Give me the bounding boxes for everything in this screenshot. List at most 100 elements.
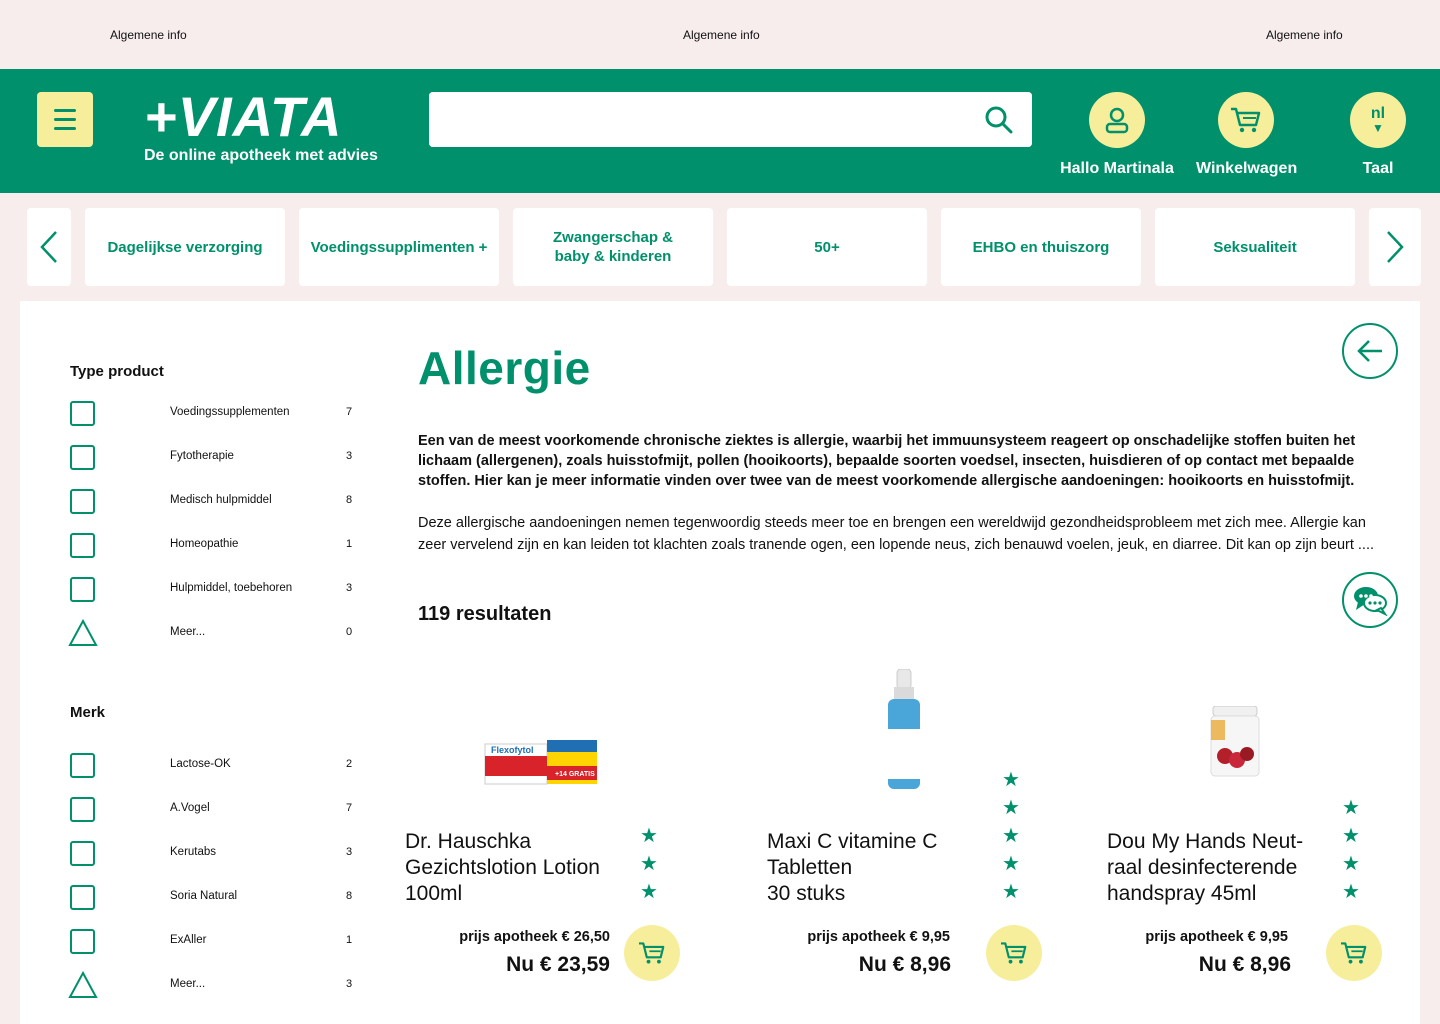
main-content: Type product Voedingssupplementen 7 Fytot… [20, 301, 1420, 1024]
sale-price: Nu € 23,59 [506, 953, 610, 976]
filter-option[interactable]: Kerutabs 3 [70, 841, 360, 867]
category-pregnancy-baby[interactable]: Zwangerschap & baby & kinderen [513, 208, 713, 286]
star-icon: ★ [1002, 881, 1020, 903]
cart-icon [1001, 942, 1027, 964]
list-price: prijs apotheek € 26,50 [459, 929, 610, 945]
svg-text:Flexofytol: Flexofytol [491, 745, 534, 755]
star-icon: ★ [1002, 825, 1020, 847]
checkbox[interactable] [70, 885, 95, 910]
filter-option[interactable]: Lactose-OK 2 [70, 753, 360, 779]
list-price: prijs apotheek € 9,95 [807, 929, 950, 945]
caret-down-icon: ▼ [1372, 121, 1384, 135]
star-icon: ★ [640, 853, 658, 875]
star-icon: ★ [1342, 881, 1360, 903]
add-to-cart-button[interactable] [986, 925, 1042, 981]
cart-label: Winkelwagen [1196, 160, 1298, 177]
general-info-link[interactable]: Algemene info [110, 28, 187, 42]
logo-tagline: De online apotheek met advies [144, 147, 378, 164]
chat-bubbles-icon [1354, 587, 1388, 616]
star-icon: ★ [1002, 853, 1020, 875]
language-code: nl [1370, 105, 1386, 122]
cart-icon [639, 942, 665, 964]
product-card[interactable]: Maxi C vitamine C Tabletten 30 stuks ★ ★ ★… [767, 661, 1067, 991]
filter-option[interactable]: Soria Natural 8 [70, 885, 360, 911]
rating-stars: ★ ★ ★ ★ ★ [1002, 770, 1020, 902]
add-to-cart-button[interactable] [624, 925, 680, 981]
star-icon: ★ [1002, 797, 1020, 819]
chevron-right-icon [1387, 231, 1404, 263]
checkbox[interactable] [70, 533, 95, 558]
user-icon [1089, 92, 1145, 148]
category-first-aid[interactable]: EHBO en thuiszorg [941, 208, 1141, 286]
checkbox[interactable] [70, 577, 95, 602]
filter-more-toggle[interactable]: Meer... 3 [68, 971, 360, 999]
search-bar [429, 92, 1032, 147]
search-icon[interactable] [984, 105, 1014, 135]
checkbox[interactable] [70, 841, 95, 866]
category-sexuality[interactable]: Seksualiteit [1155, 208, 1355, 286]
hamburger-menu-button[interactable] [37, 92, 93, 147]
cart-button[interactable]: Winkelwagen [1196, 92, 1298, 178]
menu-icon [54, 109, 76, 112]
checkbox[interactable] [70, 445, 95, 470]
filter-more-toggle[interactable]: Meer... 0 [68, 619, 360, 647]
product-card[interactable]: Flexofytol +14 GRATIS Dr. Hauschka Gezic… [405, 661, 705, 991]
sale-price: Nu € 8,96 [858, 953, 951, 976]
checkbox[interactable] [70, 489, 95, 514]
filter-option[interactable]: Medisch hulpmiddel 8 [70, 489, 360, 515]
chevron-left-icon [40, 231, 57, 263]
product-name[interactable]: Maxi C vitamine C Tabletten 30 stuks [767, 829, 937, 907]
site-header: +VIATA De online apotheek met advies Hal… [0, 69, 1440, 193]
checkbox[interactable] [70, 797, 95, 822]
filter-brand-title: Merk [70, 704, 106, 721]
account-button[interactable]: Hallo Martinala [1060, 92, 1174, 178]
checkbox[interactable] [70, 401, 95, 426]
sale-price: Nu € 8,96 [1198, 953, 1291, 976]
account-label: Hallo Martinala [1060, 160, 1174, 177]
filter-option[interactable]: Hulpmiddel, toebehoren 3 [70, 577, 360, 603]
category-supplements[interactable]: Voedingssupplimenten + [299, 208, 499, 286]
category-50-plus[interactable]: 50+ [727, 208, 927, 286]
carousel-next-button[interactable] [1369, 208, 1421, 286]
filter-option[interactable]: Voedingssupplementen 7 [70, 401, 360, 427]
add-to-cart-button[interactable] [1326, 925, 1382, 981]
general-info-link[interactable]: Algemene info [1266, 28, 1343, 42]
checkbox[interactable] [70, 753, 95, 778]
checkbox[interactable] [70, 929, 95, 954]
product-card[interactable]: Dou My Hands Neut- raal desinfecterende … [1107, 661, 1407, 991]
list-price: prijs apotheek € 9,95 [1145, 929, 1288, 945]
rating-stars: ★ ★ ★ [640, 826, 658, 902]
filter-option[interactable]: Homeopathie 1 [70, 533, 360, 559]
product-name[interactable]: Dou My Hands Neut- raal desinfecterende … [1107, 829, 1303, 907]
logo-wordmark: +VIATA [144, 85, 343, 148]
product-image[interactable] [1207, 706, 1263, 778]
general-info-link[interactable]: Algemene info [683, 28, 760, 42]
intro-text: Deze allergische aandoeningen nemen tege… [418, 515, 1375, 553]
filter-option[interactable]: Fytotherapie 3 [70, 445, 360, 471]
intro-bold-text: Een van de meest voorkomende chronische … [418, 433, 1356, 489]
carousel-prev-button[interactable] [27, 208, 71, 286]
category-daily-care[interactable]: Dagelijkse verzorging [85, 208, 285, 286]
svg-text:+14 GRATIS: +14 GRATIS [555, 771, 595, 778]
star-icon: ★ [1002, 769, 1020, 791]
page-title: Allergie [418, 342, 591, 394]
language-selector[interactable]: nl ▼ Taal [1348, 92, 1408, 178]
site-logo[interactable]: +VIATA De online apotheek met advies [144, 87, 378, 165]
product-name[interactable]: Dr. Hauschka Gezichtslotion Lotion 100ml [405, 829, 600, 907]
chat-button[interactable] [1342, 572, 1398, 628]
filter-option[interactable]: A.Vogel 7 [70, 797, 360, 823]
category-carousel: Dagelijkse verzorging Voedingssuppliment… [0, 208, 1440, 286]
triangle-up-icon[interactable] [68, 619, 98, 647]
search-input[interactable] [429, 92, 1032, 147]
product-image[interactable]: Flexofytol +14 GRATIS [483, 736, 603, 786]
top-info-bar: Algemene info Algemene info Algemene inf… [0, 0, 1440, 69]
filter-option[interactable]: ExAller 1 [70, 929, 360, 955]
back-button[interactable] [1342, 323, 1398, 379]
star-icon: ★ [1342, 797, 1360, 819]
product-image[interactable] [882, 669, 926, 793]
results-count: 119 resultaten [418, 603, 552, 625]
language-label: Taal [1362, 160, 1394, 177]
star-icon: ★ [1342, 825, 1360, 847]
triangle-up-icon[interactable] [68, 971, 98, 999]
cart-icon [1341, 942, 1367, 964]
